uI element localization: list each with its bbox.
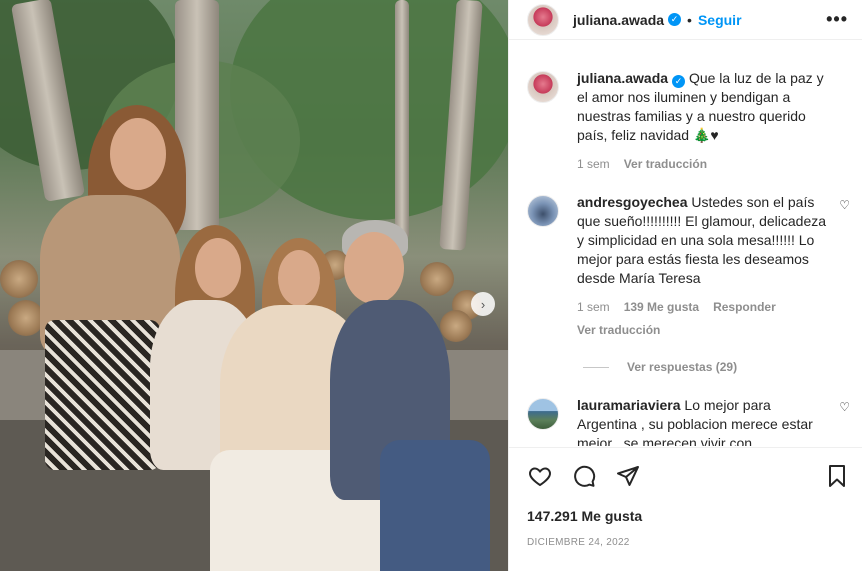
caption-username[interactable]: juliana.awada (577, 70, 668, 86)
firewood-log (440, 310, 472, 342)
avatar[interactable] (527, 195, 559, 227)
post-username[interactable]: juliana.awada (573, 12, 664, 28)
bookmark-icon[interactable] (826, 464, 848, 488)
chevron-right-icon: › (480, 296, 486, 312)
post-header: juliana.awada ✓ • Seguir ••• (509, 0, 862, 40)
share-icon[interactable] (615, 464, 641, 488)
caption-meta: 1 sem Ver traducción (577, 155, 828, 174)
patterned-pants (45, 320, 160, 470)
separator-dot: • (687, 11, 692, 28)
person-face (110, 118, 166, 190)
heart-icon[interactable] (527, 464, 553, 488)
view-replies-label: Ver respuestas (29) (627, 360, 738, 374)
firewood-log (420, 262, 454, 296)
more-options-icon[interactable]: ••• (826, 9, 848, 30)
list-item: andresgoyechea Ustedes son el país que s… (509, 174, 862, 340)
comment-username[interactable]: lauramariaviera (577, 397, 681, 413)
person-face (344, 232, 404, 304)
comment-meta: 1 sem 139 Me gusta Responder (577, 298, 828, 317)
comment-time[interactable]: 1 sem (577, 298, 610, 317)
caption: juliana.awada ✓ Que la luz de la paz y el… (509, 52, 862, 174)
verified-badge-icon: ✓ (672, 75, 686, 88)
tree-trunk (395, 0, 409, 240)
person-face (278, 250, 320, 306)
firewood-log (0, 260, 38, 298)
comment-likes[interactable]: 139 Me gusta (624, 298, 699, 317)
list-item: lauramariaviera Lo mejor para Argentina … (509, 374, 862, 446)
translate-link[interactable]: Ver traducción (577, 321, 828, 340)
avatar[interactable] (527, 398, 559, 430)
comment-like-heart-icon[interactable]: ♡ (839, 400, 850, 414)
post-photo[interactable]: › (0, 0, 508, 571)
follow-button[interactable]: Seguir (698, 12, 742, 28)
verified-badge-icon: ✓ (668, 13, 682, 26)
post-date: DICIEMBRE 24, 2022 (527, 537, 630, 548)
next-image-button[interactable]: › (471, 292, 495, 316)
comment-like-heart-icon[interactable]: ♡ (839, 198, 850, 212)
person-face (195, 238, 241, 298)
post-actions (509, 447, 862, 488)
comment-username[interactable]: andresgoyechea (577, 194, 688, 210)
reply-button[interactable]: Responder (713, 298, 776, 317)
comment-icon[interactable] (571, 464, 597, 488)
jeans (380, 440, 490, 571)
replies-divider (583, 366, 609, 368)
translate-link[interactable]: Ver traducción (624, 155, 707, 174)
firewood-log (8, 300, 44, 336)
likes-count[interactable]: 147.291 Me gusta (527, 508, 642, 524)
caption-time[interactable]: 1 sem (577, 155, 610, 174)
avatar[interactable] (527, 3, 559, 36)
comments-list[interactable]: juliana.awada ✓ Que la luz de la paz y el… (509, 52, 862, 446)
avatar[interactable] (527, 71, 559, 103)
post-panel: juliana.awada ✓ • Seguir ••• juliana.awa… (508, 0, 862, 571)
view-replies-button[interactable]: Ver respuestas (29) (509, 340, 862, 374)
